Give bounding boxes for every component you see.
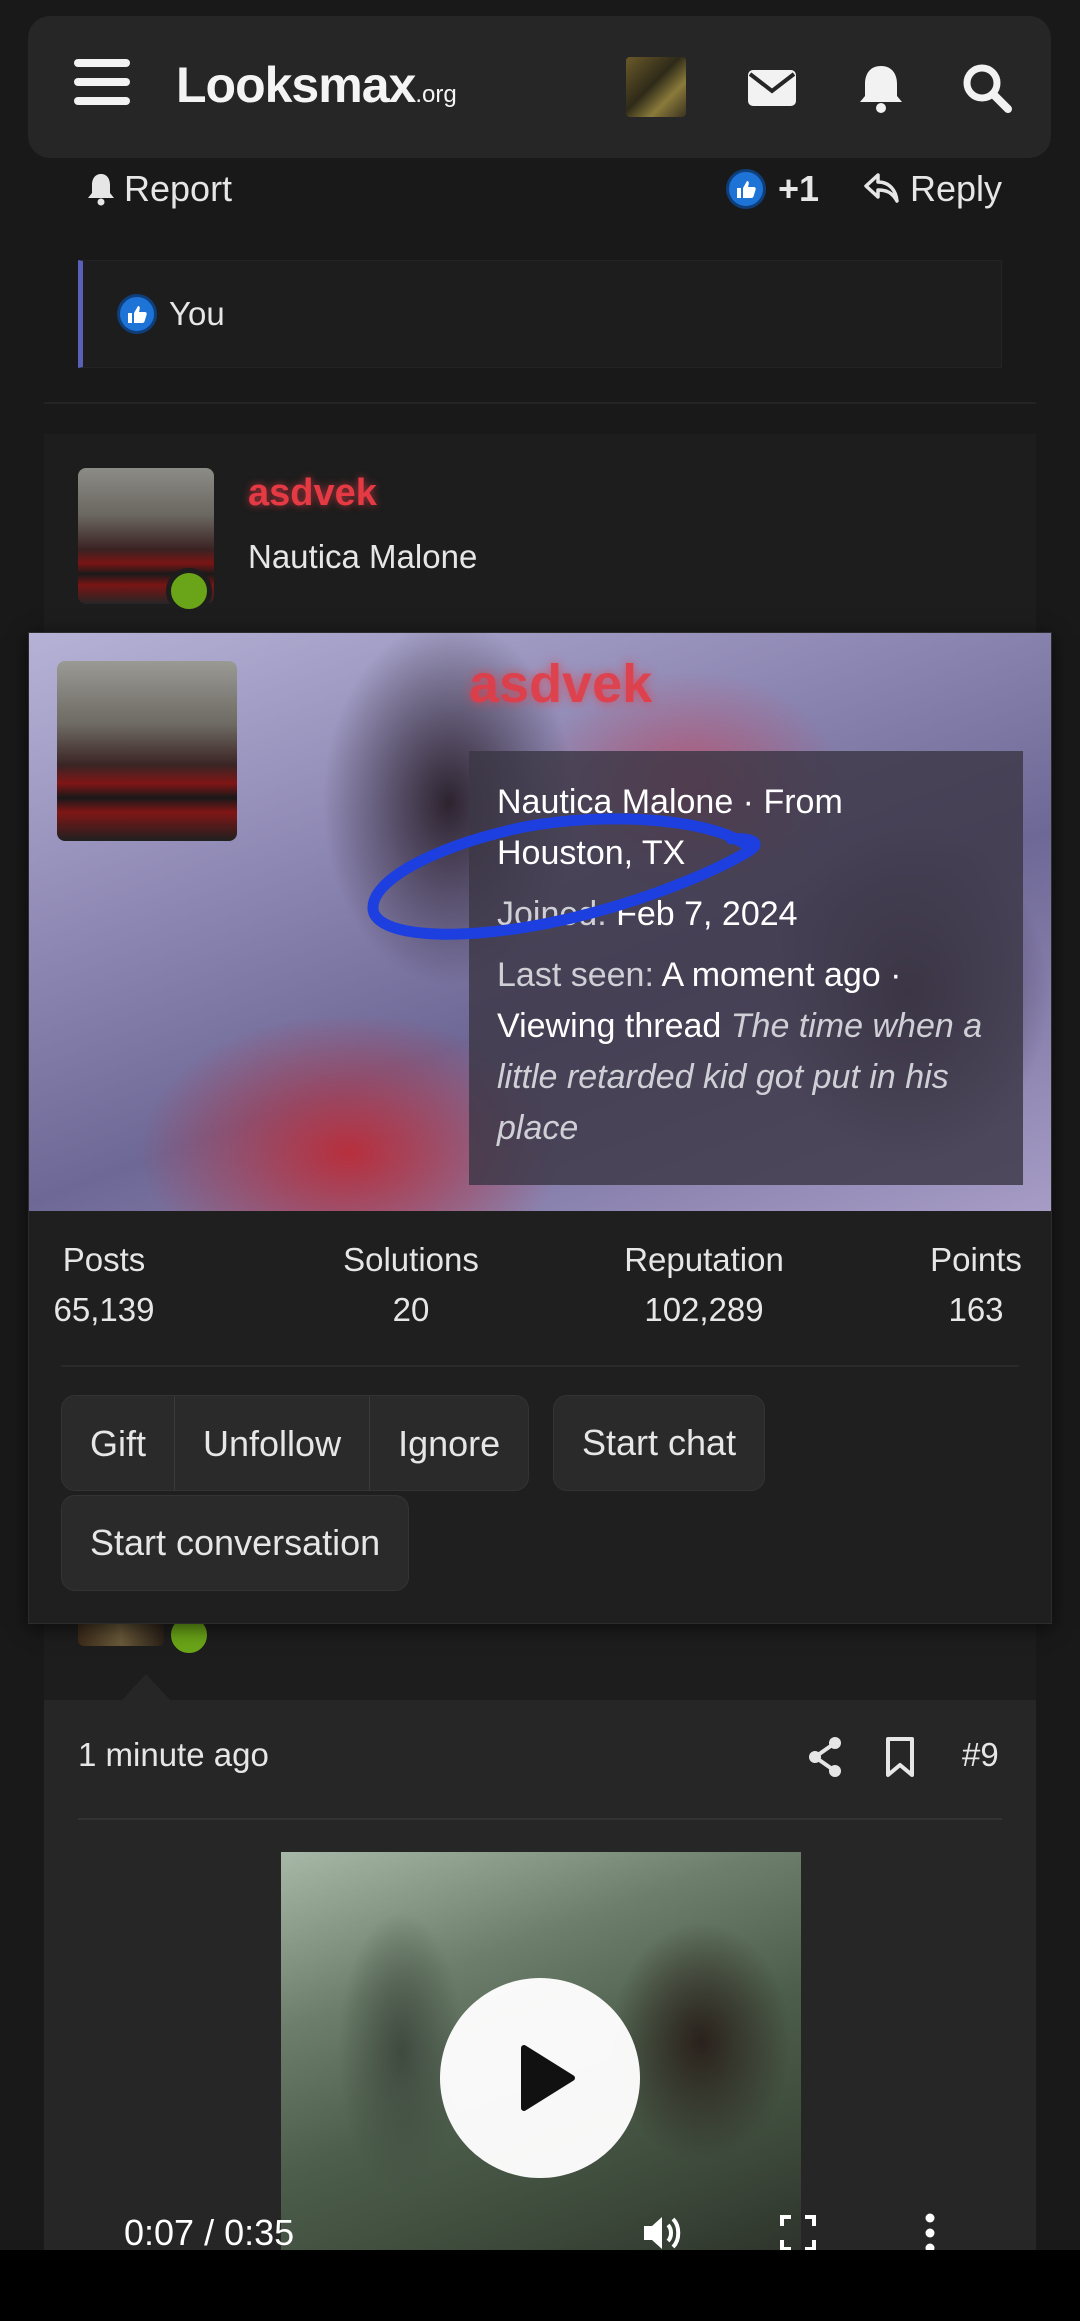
member-joined: Joined: Feb 7, 2024 [497,895,798,933]
fullscreen-icon[interactable] [778,2212,818,2250]
online-indicator [166,568,212,614]
reactions-bar[interactable]: You [78,260,1002,368]
bell-icon [88,174,114,206]
profile-banner: asdvek Nautica Malone · From Houston, TX… [29,633,1051,1211]
stat-points[interactable]: Points 163 [921,1241,1031,1329]
start-conversation-button[interactable]: Start conversation [61,1495,410,1591]
start-chat-button[interactable]: Start chat [553,1395,766,1491]
search-icon[interactable] [958,60,1016,116]
reply-button[interactable]: Reply [864,166,1002,212]
account-avatar[interactable] [626,57,686,117]
system-navigation-bar [0,2250,1080,2321]
like-count-button[interactable]: +1 [726,166,819,212]
divider [44,402,1036,404]
bookmark-icon[interactable] [884,1735,916,1779]
member-last-seen: Last seen: A moment ago · Viewing thread… [497,956,983,1147]
member-tooltip-card: asdvek Nautica Malone · From Houston, TX… [28,632,1052,1624]
thumbs-up-icon [726,169,766,209]
user-avatar[interactable] [78,1624,164,1646]
post-number[interactable]: #9 [962,1736,999,1774]
stat-reputation[interactable]: Reputation 102,289 [609,1241,799,1329]
play-icon [521,2045,575,2111]
video-time: 0:07 / 0:35 [124,2212,295,2250]
gift-button[interactable]: Gift [62,1396,176,1490]
site-logo[interactable]: Looksmax.org [176,56,457,114]
top-navigation-bar: Looksmax.org [28,16,1051,158]
stat-solutions[interactable]: Solutions 20 [311,1241,511,1329]
member-info-box: Nautica Malone · From Houston, TX Joined… [469,751,1023,1185]
menu-icon[interactable] [74,59,130,105]
post-username[interactable]: asdvek [248,472,377,515]
volume-icon[interactable] [640,2212,686,2250]
bell-icon[interactable] [852,60,910,116]
divider [78,1818,1002,1820]
ignore-button[interactable]: Ignore [370,1396,528,1490]
tooltip-pointer [122,1674,170,1700]
member-action-group: Gift Unfollow Ignore [61,1395,530,1491]
member-location: Houston, TX [497,834,686,872]
post-timestamp[interactable]: 1 minute ago [78,1736,269,1774]
reply-arrow-icon [864,173,899,203]
play-button[interactable] [440,1978,640,2178]
report-label: Report [124,168,233,209]
page: Looksmax.org Report +1 Reply You asdvek … [0,0,1080,2250]
divider [61,1365,1019,1367]
more-options-icon[interactable] [922,2212,938,2250]
post-user-title: Nautica Malone [248,538,478,575]
envelope-icon[interactable] [744,60,802,116]
reactions-text: You [169,295,225,332]
thumbs-up-icon [117,294,157,334]
share-icon[interactable] [806,1735,844,1779]
card-avatar[interactable] [57,661,237,841]
reply-label: Reply [910,168,1003,209]
member-stats: Posts 65,139 Solutions 20 Reputation 102,28… [29,1241,1051,1341]
logo-suffix-text: .org [415,81,457,108]
logo-main-text: Looksmax [176,57,416,113]
report-button[interactable]: Report [86,166,232,212]
card-username[interactable]: asdvek [469,653,652,715]
unfollow-button[interactable]: Unfollow [175,1396,371,1490]
stat-posts[interactable]: Posts 65,139 [49,1241,159,1329]
member-title-line: Nautica Malone · From [497,783,843,821]
like-count: +1 [778,168,820,209]
